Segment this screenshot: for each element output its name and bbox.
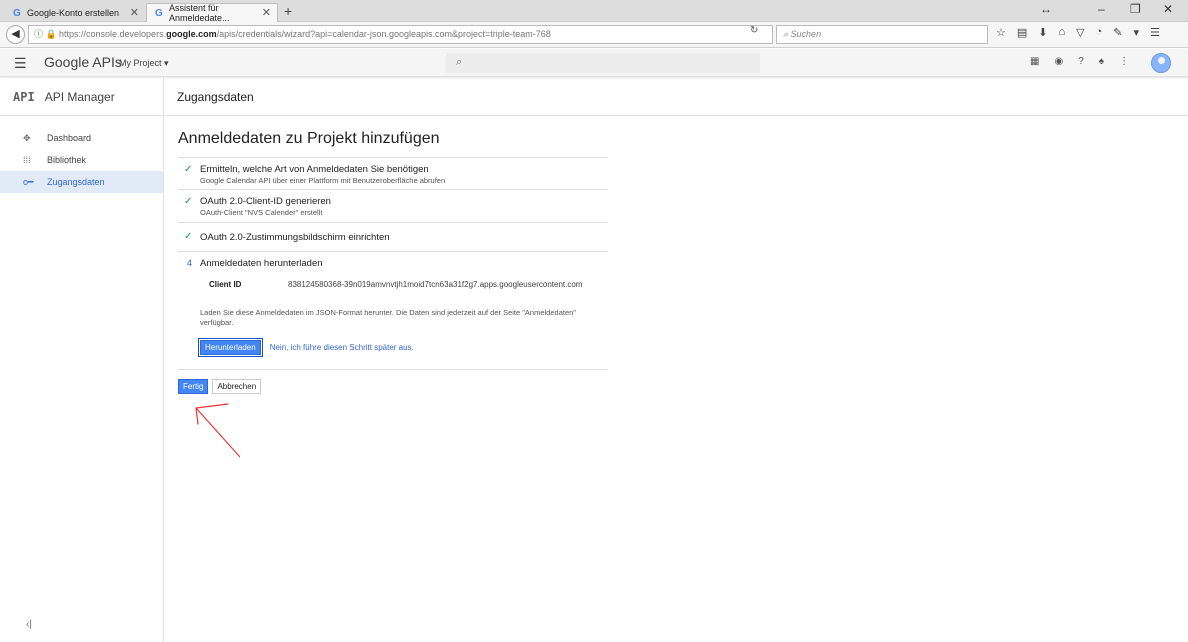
tab-label: Google-Konto erstellen	[27, 8, 120, 18]
checkmark-icon: ✓	[184, 164, 193, 175]
avatar[interactable]	[1151, 53, 1171, 73]
page-title: Anmeldedaten zu Projekt hinzufügen	[178, 130, 440, 147]
close-tab-icon[interactable]: ✕	[262, 6, 271, 19]
more-vert-icon[interactable]: ⋮	[1119, 56, 1129, 67]
api-logo-icon: API	[13, 89, 35, 104]
tab-label: Assistent für Anmeldedate...	[169, 3, 230, 23]
sidebar: API API Manager ✥ Dashboard ⁞⁞⁞ Biblioth…	[0, 78, 164, 642]
close-window-icon[interactable]: ✕	[1163, 2, 1173, 16]
help-icon[interactable]: ?	[1078, 56, 1084, 67]
sidebar-title: API Manager	[44, 89, 115, 104]
wizard-steps: ✓ Ermitteln, welche Art von Anmeldedaten…	[178, 157, 608, 370]
client-id-value: 838124580368-39n019amvnvtjh1moid7tcn63a3…	[288, 280, 583, 289]
checkmark-icon: ✓	[184, 231, 193, 242]
download-description: Laden Sie diese Anmeldedaten im JSON-For…	[200, 308, 576, 327]
search-icon: ⌕	[456, 56, 463, 68]
done-button[interactable]: Fertig	[178, 379, 209, 394]
sidebar-item-bibliothek[interactable]: ⁞⁞⁞ Bibliothek	[0, 149, 163, 171]
browser-nav-bar: ◀ ⓘ 🔒 https://console.developers.google.…	[0, 22, 1188, 48]
dropdown-icon[interactable]: ▾	[1134, 26, 1140, 39]
annotation-arrow-icon	[195, 403, 240, 458]
addon-icon[interactable]: ✎	[1113, 26, 1122, 39]
step-title: Ermitteln, welche Art von Anmeldedaten S…	[200, 164, 429, 175]
extension-icon[interactable]: ◔	[1096, 26, 1103, 39]
bookmark-star-icon[interactable]: ☆	[996, 26, 1006, 39]
checkmark-icon: ✓	[184, 196, 193, 207]
api-search-input[interactable]: ⌕	[446, 53, 760, 73]
url-prefix: https://console.developers.	[59, 29, 167, 39]
url-domain: google.com	[166, 29, 217, 39]
download-button[interactable]: Herunterladen	[198, 338, 263, 357]
sidebar-item-label: Zugangsdaten	[47, 177, 105, 187]
skip-step-link[interactable]: Nein, ich führe diesen Schritt später au…	[270, 343, 414, 352]
section-header: Zugangsdaten	[165, 78, 1188, 116]
search-placeholder: Suchen	[790, 29, 822, 39]
step-title: OAuth 2.0-Zustimmungsbildschirm einricht…	[200, 232, 390, 243]
menu-icon[interactable]: ☰	[1150, 26, 1160, 39]
client-id-row: Client ID 838124580368-39n019amvnvtjh1mo…	[200, 280, 608, 289]
wizard-step-3[interactable]: ✓ OAuth 2.0-Zustimmungsbildschirm einric…	[178, 222, 608, 251]
url-bar[interactable]: ⓘ 🔒 https://console.developers.google.co…	[28, 25, 773, 44]
reading-list-icon[interactable]: ▤	[1017, 26, 1027, 39]
lock-icon: ⓘ 🔒	[34, 29, 57, 39]
sidebar-item-label: Bibliothek	[47, 155, 87, 165]
step-description: OAuth-Client "NVS Calender" erstellt	[200, 208, 323, 217]
collapse-sidebar-icon[interactable]: ‹|	[26, 619, 32, 630]
step-number: 4	[187, 258, 193, 268]
sidebar-item-dashboard[interactable]: ✥ Dashboard	[0, 127, 163, 149]
feedback-icon[interactable]: ◉	[1054, 56, 1063, 67]
cancel-button[interactable]: Abbrechen	[212, 379, 262, 394]
sidebar-header: API API Manager	[0, 78, 163, 116]
key-icon: o━	[23, 176, 34, 187]
restore-icon[interactable]: ❐	[1130, 2, 1141, 16]
google-favicon-icon: G	[13, 8, 21, 19]
google-apis-header: ☰ Google APIs My Project ▾ ⌕ ▦ ◉ ? ♠ ⋮	[0, 49, 1188, 77]
search-icon: ⌕	[783, 29, 791, 39]
library-icon: ⁞⁞⁞	[23, 155, 31, 165]
wizard-step-2[interactable]: ✓ OAuth 2.0-Client-ID generieren OAuth-C…	[178, 189, 608, 222]
section-title: Zugangsdaten	[177, 89, 254, 104]
wizard-step-4: 4 Anmeldedaten herunterladen Client ID 8…	[178, 251, 608, 370]
new-tab-icon[interactable]: +	[284, 3, 292, 19]
notifications-icon[interactable]: ♠	[1099, 56, 1104, 67]
sidebar-item-label: Dashboard	[47, 133, 92, 143]
pocket-icon[interactable]: ▽	[1076, 26, 1084, 39]
back-arrow-icon[interactable]: ◀	[6, 25, 25, 44]
wizard-step-1[interactable]: ✓ Ermitteln, welche Art von Anmeldedaten…	[178, 157, 608, 189]
browser-tab-strip: G Google-Konto erstellen ✕ G Assistent f…	[0, 0, 1188, 23]
google-favicon-icon: G	[155, 8, 163, 19]
wizard-content: Anmeldedaten zu Projekt hinzufügen ✓ Erm…	[178, 116, 608, 394]
project-selector[interactable]: My Project ▾	[119, 58, 169, 69]
step-title: OAuth 2.0-Client-ID generieren	[200, 196, 331, 207]
close-tab-icon[interactable]: ✕	[130, 6, 139, 19]
hamburger-menu-icon[interactable]: ☰	[14, 55, 27, 72]
minimize-icon[interactable]: –	[1098, 2, 1105, 16]
sidebar-item-zugangsdaten[interactable]: o━ Zugangsdaten	[0, 171, 163, 193]
browser-tab-assistent[interactable]: G Assistent für Anmeldedate... ✕	[146, 3, 278, 23]
tab-overflow-icon[interactable]: ↔	[1040, 2, 1052, 16]
reload-icon[interactable]: ↻	[750, 25, 758, 36]
gift-icon[interactable]: ▦	[1030, 56, 1039, 67]
home-icon[interactable]: ⌂	[1059, 26, 1066, 39]
step-description: Google Calendar API über einer Plattform…	[200, 176, 446, 185]
dashboard-icon: ✥	[23, 132, 31, 143]
browser-tab-google-konto[interactable]: G Google-Konto erstellen ✕	[4, 3, 146, 22]
download-icon[interactable]: ⬇	[1038, 26, 1047, 39]
url-rest: /apis/credentials/wizard?api=calendar-js…	[216, 29, 551, 39]
browser-search-input[interactable]: ⌕ Suchen	[776, 25, 988, 44]
client-id-label: Client ID	[209, 280, 242, 289]
step-title: Anmeldedaten herunterladen	[200, 258, 323, 269]
google-apis-logo[interactable]: Google APIs	[44, 54, 122, 70]
